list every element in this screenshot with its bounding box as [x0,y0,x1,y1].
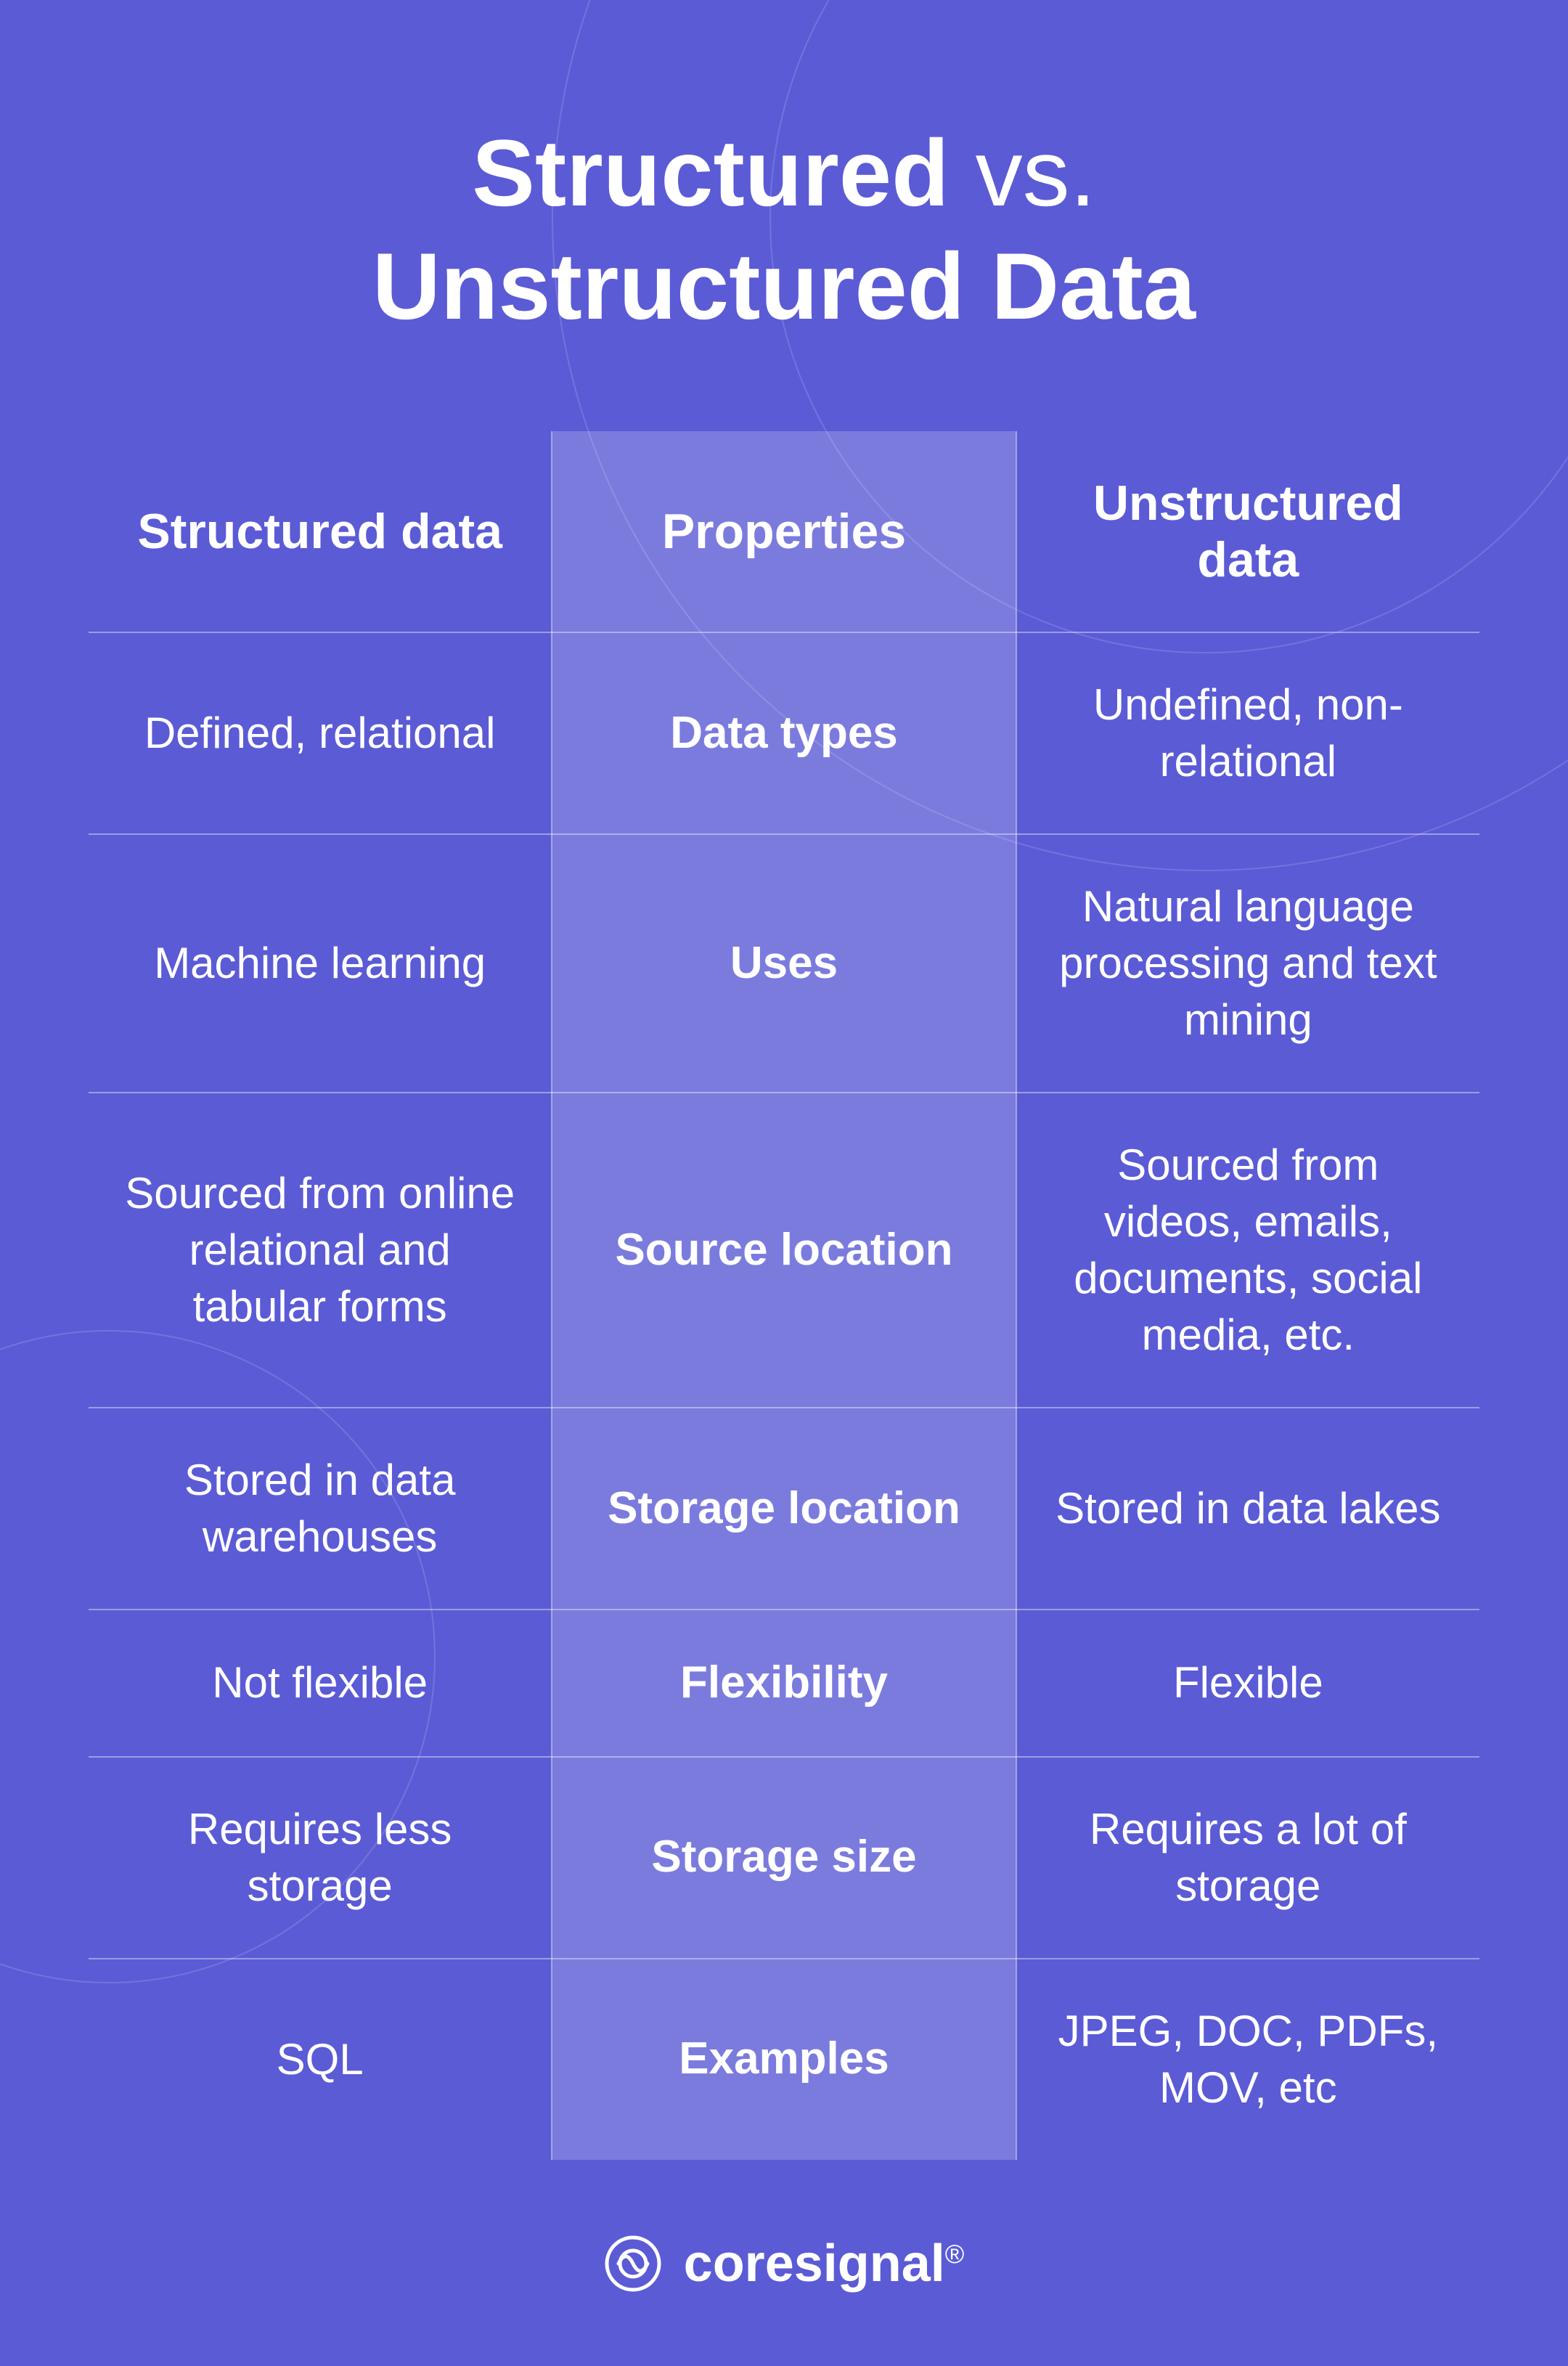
coresignal-logo-icon [604,2235,662,2293]
brand-logo: coresignal® [604,2234,965,2293]
table-row: Sourced from online relational and tabul… [88,1093,1480,1408]
cell-middle-4: Flexibility [552,1610,1016,1757]
cell-left-1: Machine learning [88,834,552,1093]
cell-right-2: Sourced from videos, emails, documents, … [1016,1093,1480,1408]
table-header-row: Structured data Properties Unstructured … [88,431,1480,632]
cell-right-0: Undefined, non-relational [1016,632,1480,834]
table-row: Defined, relationalData typesUndefined, … [88,632,1480,834]
table-row: Requires less storageStorage sizeRequire… [88,1757,1480,1959]
cell-middle-1: Uses [552,834,1016,1093]
header-properties: Properties [552,431,1016,632]
page-content: Structured vs. Unstructured Data Structu… [0,0,1568,2366]
cell-middle-6: Examples [552,1959,1016,2161]
comparison-table: Structured data Properties Unstructured … [87,430,1481,2161]
table-row: Not flexibleFlexibilityFlexible [88,1610,1480,1757]
title-structured: Structured [472,120,949,226]
title-vs: vs. [950,120,1096,226]
header-structured-data: Structured data [88,431,552,632]
brand-name: coresignal® [684,2234,965,2293]
cell-middle-3: Storage location [552,1408,1016,1610]
cell-right-6: JPEG, DOC, PDFs, MOV, etc [1016,1959,1480,2161]
cell-right-3: Stored in data lakes [1016,1408,1480,1610]
cell-middle-2: Source location [552,1093,1016,1408]
cell-left-6: SQL [88,1959,552,2161]
table-row: SQLExamplesJPEG, DOC, PDFs, MOV, etc [88,1959,1480,2161]
cell-left-3: Stored in data warehouses [88,1408,552,1610]
footer: coresignal® [604,2234,965,2293]
cell-middle-0: Data types [552,632,1016,834]
page-title: Structured vs. Unstructured Data [372,116,1196,343]
cell-left-2: Sourced from online relational and tabul… [88,1093,552,1408]
table-row: Stored in data warehousesStorage locatio… [88,1408,1480,1610]
cell-left-4: Not flexible [88,1610,552,1757]
cell-left-5: Requires less storage [88,1757,552,1959]
cell-left-0: Defined, relational [88,632,552,834]
cell-right-1: Natural language processing and text min… [1016,834,1480,1093]
cell-middle-5: Storage size [552,1757,1016,1959]
cell-right-4: Flexible [1016,1610,1480,1757]
cell-right-5: Requires a lot of storage [1016,1757,1480,1959]
title-unstructured: Unstructured Data [372,233,1196,339]
table-row: Machine learningUsesNatural language pro… [88,834,1480,1093]
header-unstructured-data: Unstructured data [1016,431,1480,632]
